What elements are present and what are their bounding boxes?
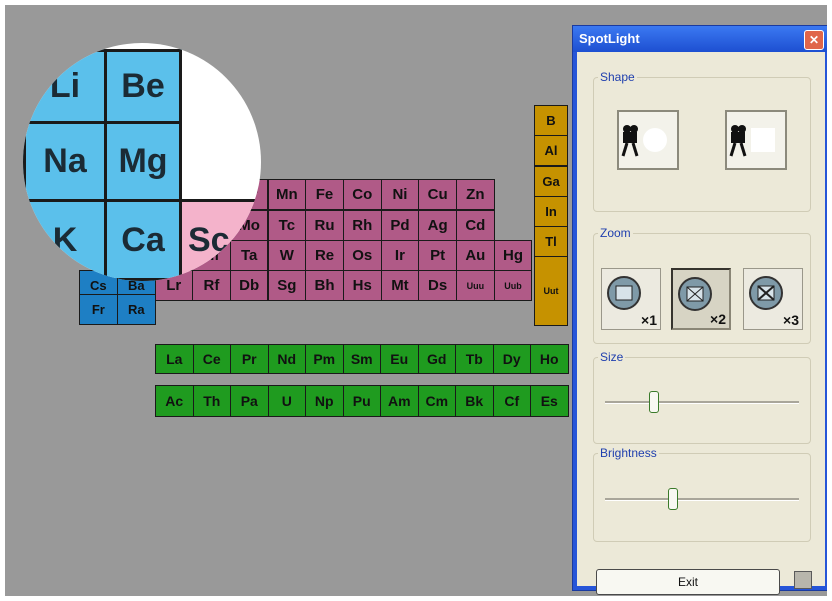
element-cell: Uub [493, 270, 533, 301]
element-cell: Nd [267, 344, 306, 374]
element-cell: Np [305, 385, 344, 417]
element-cell: U [267, 385, 306, 417]
element-cell: Os [342, 240, 382, 271]
element-cell: Pr [230, 344, 269, 374]
window-client: Shape Zoom ×1 ×2 ×3 Size Brightness Exit [577, 52, 825, 595]
element-cell: Hs [342, 270, 382, 301]
element-cell: Cm [417, 385, 456, 417]
exit-button[interactable]: Exit [596, 569, 780, 595]
magnified-cell: Na [23, 121, 107, 202]
element-cell: Ra [117, 294, 156, 325]
element-cell: Cu [418, 179, 457, 210]
element-cell: W [267, 240, 307, 271]
element-cell: Uuu [456, 270, 495, 301]
title-bar[interactable]: SpotLight ✕ [573, 26, 827, 52]
element-cell: Dy [492, 344, 531, 374]
element-cell: Ds [418, 270, 457, 301]
element-cell: Rh [342, 210, 382, 241]
element-cell: Sm [342, 344, 381, 374]
element-cell: Ce [192, 344, 231, 374]
size-slider-thumb[interactable] [648, 391, 659, 413]
zoom-label: Zoom [600, 226, 631, 240]
zoom-level-label: ×2 [710, 311, 726, 327]
element-cell: Au [456, 240, 495, 271]
magnified-cell: Mg [104, 121, 182, 202]
shape-label: Shape [600, 70, 635, 84]
window-title: SpotLight [579, 31, 640, 46]
shape-circle-button[interactable] [617, 110, 679, 170]
zoom-x1-button[interactable]: ×1 [601, 268, 661, 330]
periodic-table-area: CrMnFeCoNiCuZnNbMoTcRuRhPdAgCdLuHfTaWReO… [5, 5, 827, 596]
element-cell: Tc [267, 210, 307, 241]
element-cell: Ag [418, 210, 457, 241]
element-cell: Es [530, 385, 569, 417]
magnified-cell: Sc [179, 199, 261, 281]
element-cell: Re [305, 240, 344, 271]
zoom-x3-button[interactable]: ×3 [743, 268, 803, 330]
magnified-cell: K [23, 199, 107, 281]
camera-square-icon [729, 125, 775, 157]
element-cell: Pt [418, 240, 457, 271]
close-button[interactable]: ✕ [804, 30, 824, 50]
element-cell: La [155, 344, 194, 374]
element-cell: Gd [417, 344, 456, 374]
element-cell: Pa [230, 385, 269, 417]
size-slider[interactable] [593, 350, 811, 444]
element-cell: Cf [492, 385, 531, 417]
element-cell: Tb [455, 344, 494, 374]
element-cell: Th [192, 385, 231, 417]
options-button[interactable] [794, 571, 812, 589]
element-cell: Sg [267, 270, 307, 301]
element-cell: Ir [380, 240, 420, 271]
spotlight-window: SpotLight ✕ Shape Zoom ×1 ×2 ×3 Size Bri… [572, 25, 827, 595]
element-cell: Eu [380, 344, 419, 374]
element-cell: Pu [342, 385, 381, 417]
brightness-slider-thumb[interactable] [667, 488, 678, 510]
camera-circle-icon [621, 125, 667, 157]
element-cell: Pd [380, 210, 420, 241]
zoom-level-label: ×1 [641, 312, 657, 328]
element-cell: Mt [380, 270, 420, 301]
element-cell: Hg [493, 240, 533, 271]
element-cell: Tl [534, 226, 568, 257]
element-cell: Fe [305, 179, 344, 210]
element-cell: In [534, 196, 568, 227]
brightness-slider-track [605, 498, 799, 501]
size-slider-track [605, 401, 799, 404]
magnified-cell: Be [104, 49, 182, 124]
magnified-cell: Ca [104, 199, 182, 281]
magnified-cell: Li [23, 49, 107, 124]
brightness-slider[interactable] [593, 446, 811, 542]
zoom-level-label: ×3 [783, 312, 799, 328]
shape-square-button[interactable] [725, 110, 787, 170]
element-cell: Cd [456, 210, 495, 241]
element-cell: Bh [305, 270, 344, 301]
element-cell: Bk [455, 385, 494, 417]
element-cell: B [534, 105, 568, 136]
element-cell: Co [342, 179, 382, 210]
element-cell: Zn [456, 179, 495, 210]
zoom-x2-button[interactable]: ×2 [671, 268, 731, 330]
element-cell: Am [380, 385, 419, 417]
element-cell: Pm [305, 344, 344, 374]
element-cell: Fr [79, 294, 118, 325]
spotlight-magnifier: Li Be Na Mg K Ca Sc [23, 43, 261, 281]
element-cell: Ga [534, 166, 568, 197]
element-cell: Ni [380, 179, 420, 210]
element-cell: Mn [267, 179, 307, 210]
element-cell: Uut [534, 256, 568, 326]
element-cell: Al [534, 135, 568, 166]
element-cell: Ho [530, 344, 569, 374]
element-cell: Ru [305, 210, 344, 241]
element-cell: Ac [155, 385, 194, 417]
